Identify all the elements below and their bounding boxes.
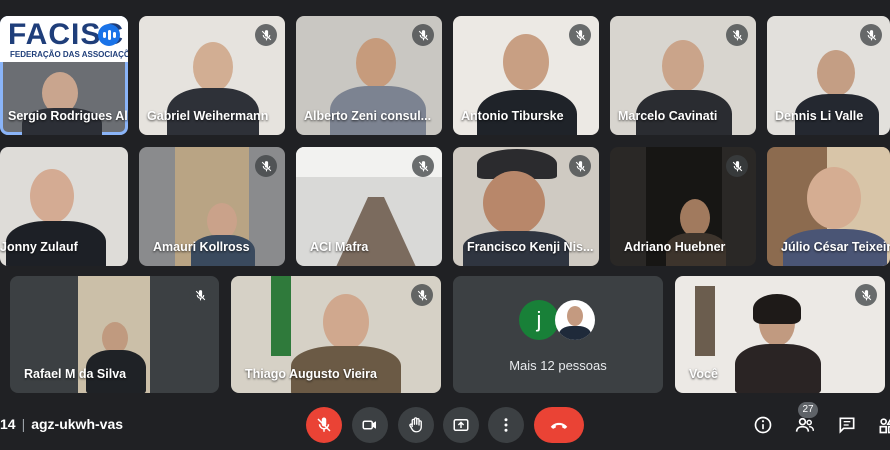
mic-off-icon [726,155,748,177]
meeting-details-button[interactable] [752,414,774,436]
participant-name: Sergio Rodrigues Al... [8,109,128,123]
more-options-button[interactable] [488,407,524,443]
participant-tile-self[interactable]: Você [675,276,885,393]
present-icon [453,419,469,431]
camera-button[interactable] [352,407,388,443]
mic-off-icon [411,284,433,306]
more-participants-label: Mais 12 pessoas [509,358,607,373]
participant-name: Gabriel Weihermann [147,109,269,123]
participant-tile-dennis[interactable]: Dennis Li Valle [767,16,890,135]
clock-time: 14 [0,416,16,432]
more-vert-icon [504,418,508,432]
mic-off-icon [189,284,211,306]
avatar: j [519,300,559,340]
participant-tile-adriano[interactable]: Adriano Huebner [610,147,756,266]
participant-name: Adriano Huebner [624,240,726,254]
participant-name: Júlio César Teixeira [781,240,890,254]
mic-off-icon [412,155,434,177]
participant-name: Amauri Kollross [153,240,250,254]
mic-off-icon [569,24,591,46]
participant-name: Você [689,367,718,381]
mic-off-icon [317,417,331,432]
info-icon [754,416,772,434]
meeting-code: agz-ukwh-vas [31,416,124,432]
leave-call-button[interactable] [534,407,584,443]
participant-name: Thiago Augusto Vieira [245,367,377,381]
chat-icon [839,417,855,434]
participant-tile-julio[interactable]: Júlio César Teixeira [767,147,890,266]
hand-icon [409,417,422,433]
mic-off-icon [855,284,877,306]
avatar [555,300,595,340]
people-icon [795,417,815,432]
participant-tile-thiago[interactable]: Thiago Augusto Vieira [231,276,441,393]
speaking-indicator-icon [98,24,120,46]
participant-tile-sergio[interactable]: FACISC FEDERAÇÃO DAS ASSOCIAÇÕES Sergio … [0,16,128,135]
raise-hand-button[interactable] [398,407,434,443]
mic-off-icon [860,24,882,46]
meeting-details: 14 | agz-ukwh-vas [0,416,124,432]
participant-tile-francisco[interactable]: Francisco Kenji Nis... [453,147,599,266]
logo-subtitle: FEDERAÇÃO DAS ASSOCIAÇÕES [10,50,128,59]
participant-tile-rafael[interactable]: Rafael M da Silva [10,276,219,393]
participant-name: Jonny Zulauf [0,240,78,254]
end-call-icon [550,422,568,429]
participant-tile-amauri[interactable]: Amauri Kollross [139,147,285,266]
people-button[interactable]: 27 [794,402,818,436]
participant-name: Francisco Kenji Nis... [467,240,594,254]
mic-off-icon [412,24,434,46]
mic-off-icon [726,24,748,46]
participant-name: Dennis Li Valle [775,109,864,123]
video-camera-icon [362,420,376,430]
more-participants-avatars: j [519,300,595,340]
participant-name: ACI Mafra [310,240,369,254]
participant-name: Alberto Zeni consul... [304,109,432,123]
chat-button[interactable] [836,414,858,436]
present-screen-button[interactable] [443,407,479,443]
participant-tile-antonio[interactable]: Antonio Tiburske [453,16,599,135]
mic-off-icon [255,155,277,177]
activities-button[interactable] [876,414,890,436]
participant-tile-gabriel[interactable]: Gabriel Weihermann [139,16,285,135]
mic-off-icon [569,155,591,177]
participant-name: Marcelo Cavinati [618,109,718,123]
microphone-button[interactable] [306,407,342,443]
activities-icon [879,418,890,434]
participant-name: Antonio Tiburske [461,109,564,123]
mic-off-icon [255,24,277,46]
more-participants-tile[interactable]: j Mais 12 pessoas [453,276,663,393]
participant-count-badge: 27 [798,402,818,418]
participant-tile-alberto[interactable]: Alberto Zeni consul... [296,16,442,135]
participant-tile-marcelo[interactable]: Marcelo Cavinati [610,16,756,135]
participant-tile-jonny[interactable]: Jonny Zulauf [0,147,128,266]
participant-tile-aci-mafra[interactable]: ACI Mafra [296,147,442,266]
participant-name: Rafael M da Silva [24,367,127,381]
meeting-controls-bar: 14 | agz-ukwh-vas 27 [0,398,890,450]
